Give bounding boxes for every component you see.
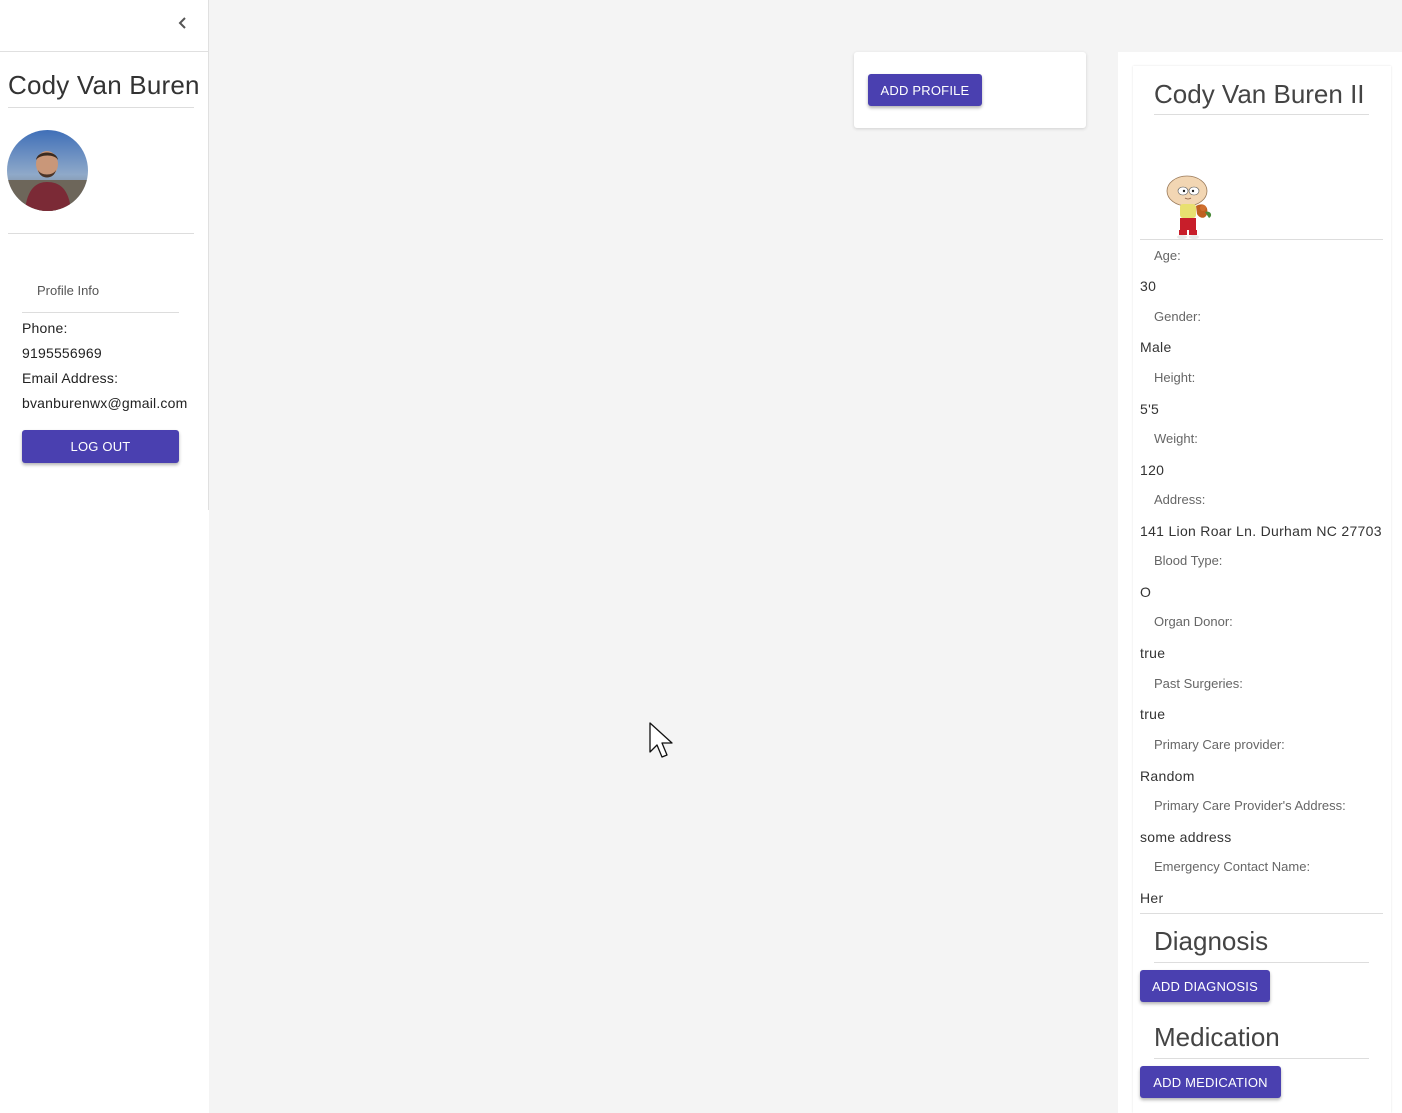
divider (1140, 913, 1383, 914)
profile-title: Cody Van Buren II (1154, 79, 1365, 109)
divider (1154, 114, 1369, 115)
email-label: Email Address: (22, 370, 119, 386)
field-label-age: Age: (1154, 248, 1181, 263)
field-label-primary-care-provider: Primary Care provider: (1154, 737, 1285, 752)
divider (1154, 962, 1369, 963)
profile-image (1163, 174, 1225, 240)
field-label-gender: Gender: (1154, 309, 1201, 324)
phone-value: 9195556969 (22, 345, 102, 361)
medication-heading: Medication (1154, 1022, 1280, 1052)
email-value: bvanburenwx@gmail.com (22, 395, 188, 411)
divider (22, 312, 179, 313)
field-value-height: 5'5 (1140, 401, 1160, 417)
field-label-organ-donor: Organ Donor: (1154, 614, 1233, 629)
field-label-height: Height: (1154, 370, 1196, 385)
sidebar: Cody Van Buren Profile Info Phone: 91955… (0, 0, 209, 1113)
sidebar-user-name: Cody Van Buren (8, 70, 200, 100)
field-value-weight: 120 (1140, 462, 1165, 478)
sidebar-header (0, 0, 209, 52)
profile-panel: Cody Van Buren II Age: 30 Gender: Male H… (1118, 52, 1402, 1113)
field-value-emergency-contact: Her (1140, 890, 1164, 906)
field-value-organ-donor: true (1140, 645, 1166, 661)
phone-label: Phone: (22, 320, 68, 336)
add-diagnosis-button[interactable]: ADD DIAGNOSIS (1140, 970, 1270, 1002)
field-value-primary-care-provider: Random (1140, 768, 1195, 784)
field-label-weight: Weight: (1154, 431, 1198, 446)
avatar (7, 130, 88, 211)
diagnosis-heading: Diagnosis (1154, 926, 1269, 956)
divider (1154, 1058, 1369, 1059)
field-label-blood-type: Blood Type: (1154, 553, 1223, 568)
profile-info-heading: Profile Info (37, 283, 100, 298)
add-profile-button[interactable]: ADD PROFILE (868, 74, 982, 106)
field-value-blood-type: O (1140, 584, 1152, 600)
field-label-address: Address: (1154, 492, 1206, 507)
field-value-provider-address: some address (1140, 829, 1232, 845)
profile-card: Cody Van Buren II Age: 30 Gender: Male H… (1133, 66, 1391, 1113)
field-label-past-surgeries: Past Surgeries: (1154, 676, 1243, 691)
field-value-gender: Male (1140, 339, 1172, 355)
chevron-left-icon[interactable] (174, 12, 192, 34)
add-profile-card: ADD PROFILE (854, 52, 1086, 128)
sidebar-border (208, 0, 209, 510)
field-value-age: 30 (1140, 278, 1157, 294)
divider (8, 233, 194, 234)
field-value-address: 141 Lion Roar Ln. Durham NC 27703 (1140, 523, 1382, 539)
divider (1140, 239, 1383, 240)
divider (8, 107, 194, 108)
field-label-emergency-contact: Emergency Contact Name: (1154, 859, 1311, 874)
mouse-cursor-icon (649, 722, 677, 762)
field-label-provider-address: Primary Care Provider's Address: (1154, 798, 1346, 813)
logout-button[interactable]: LOG OUT (22, 430, 179, 463)
field-value-past-surgeries: true (1140, 706, 1166, 722)
add-medication-button[interactable]: ADD MEDICATION (1140, 1066, 1281, 1098)
